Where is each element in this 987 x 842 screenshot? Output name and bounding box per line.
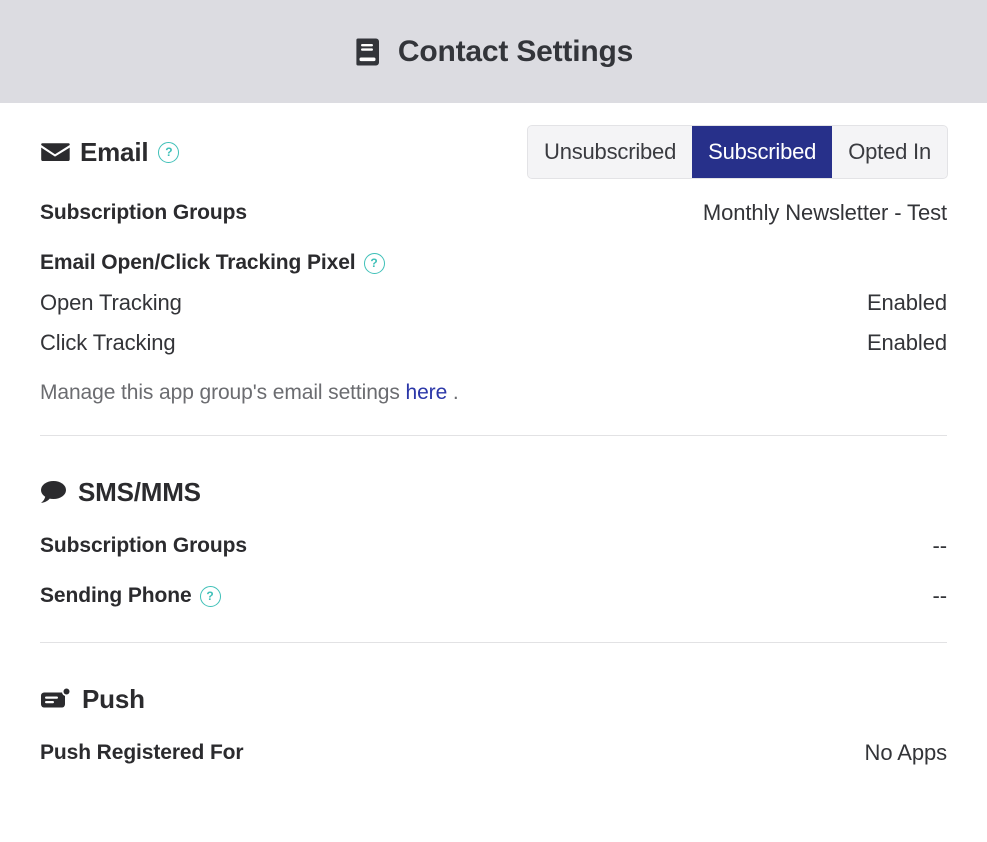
sms-section: SMS/MMS Subscription Groups -- Sending P…	[40, 436, 947, 642]
click-tracking-value: Enabled	[867, 330, 947, 356]
push-registered-for-value: No Apps	[865, 740, 947, 766]
email-help-icon[interactable]: ?	[158, 142, 179, 163]
sms-subscription-groups-label: Subscription Groups	[40, 534, 247, 558]
sending-phone-row: Sending Phone ? --	[40, 580, 947, 612]
email-settings-link[interactable]: here	[406, 381, 448, 404]
speech-bubble-icon	[40, 480, 68, 504]
click-tracking-label: Click Tracking	[40, 330, 176, 356]
book-icon	[354, 36, 384, 68]
email-tracking-pixel-row: Email Open/Click Tracking Pixel ?	[40, 247, 947, 279]
content-area: Email ? Unsubscribed Subscribed Opted In…	[0, 103, 987, 769]
sms-subscription-groups-row: Subscription Groups --	[40, 530, 947, 562]
open-tracking-value: Enabled	[867, 290, 947, 316]
email-tracking-pixel-label: Email Open/Click Tracking Pixel	[40, 251, 356, 275]
manage-email-settings-line: Manage this app group's email settings h…	[40, 381, 947, 405]
sending-phone-value: --	[933, 583, 947, 609]
manage-email-settings-prefix: Manage this app group's email settings	[40, 381, 400, 404]
push-registered-for-label: Push Registered For	[40, 741, 243, 765]
email-section-header: Email ?	[40, 130, 179, 174]
email-section: Email ? Unsubscribed Subscribed Opted In…	[40, 103, 947, 435]
push-section-header: Push	[40, 677, 947, 721]
page-title: Contact Settings	[398, 35, 633, 69]
page-header: Contact Settings	[0, 0, 987, 103]
click-tracking-row: Click Tracking Enabled	[40, 327, 947, 359]
toggle-option-opted-in[interactable]: Opted In	[832, 126, 947, 178]
email-subscription-groups-value: Monthly Newsletter - Test	[703, 200, 947, 226]
push-section-title: Push	[82, 684, 145, 715]
sms-section-title: SMS/MMS	[78, 477, 201, 508]
email-tracking-pixel-label-group: Email Open/Click Tracking Pixel ?	[40, 251, 385, 275]
sms-section-header: SMS/MMS	[40, 470, 947, 514]
tracking-pixel-help-icon[interactable]: ?	[364, 253, 385, 274]
envelope-icon	[40, 140, 70, 164]
sending-phone-label: Sending Phone	[40, 584, 192, 608]
email-subscription-groups-row: Subscription Groups Monthly Newsletter -…	[40, 197, 947, 229]
sending-phone-help-icon[interactable]: ?	[200, 586, 221, 607]
push-notification-icon	[40, 687, 72, 711]
push-registered-for-row: Push Registered For No Apps	[40, 737, 947, 769]
manage-email-settings-suffix: .	[453, 381, 459, 404]
toggle-option-subscribed[interactable]: Subscribed	[692, 126, 832, 178]
email-section-header-row: Email ? Unsubscribed Subscribed Opted In	[40, 121, 947, 183]
open-tracking-label: Open Tracking	[40, 290, 182, 316]
push-section: Push Push Registered For No Apps	[40, 643, 947, 769]
sms-subscription-groups-value: --	[933, 533, 947, 559]
toggle-option-unsubscribed[interactable]: Unsubscribed	[528, 126, 692, 178]
open-tracking-row: Open Tracking Enabled	[40, 287, 947, 319]
email-subscription-state-toggle[interactable]: Unsubscribed Subscribed Opted In	[528, 126, 947, 178]
email-section-title: Email	[80, 137, 148, 168]
email-subscription-groups-label: Subscription Groups	[40, 201, 247, 225]
sending-phone-label-group: Sending Phone ?	[40, 584, 221, 608]
